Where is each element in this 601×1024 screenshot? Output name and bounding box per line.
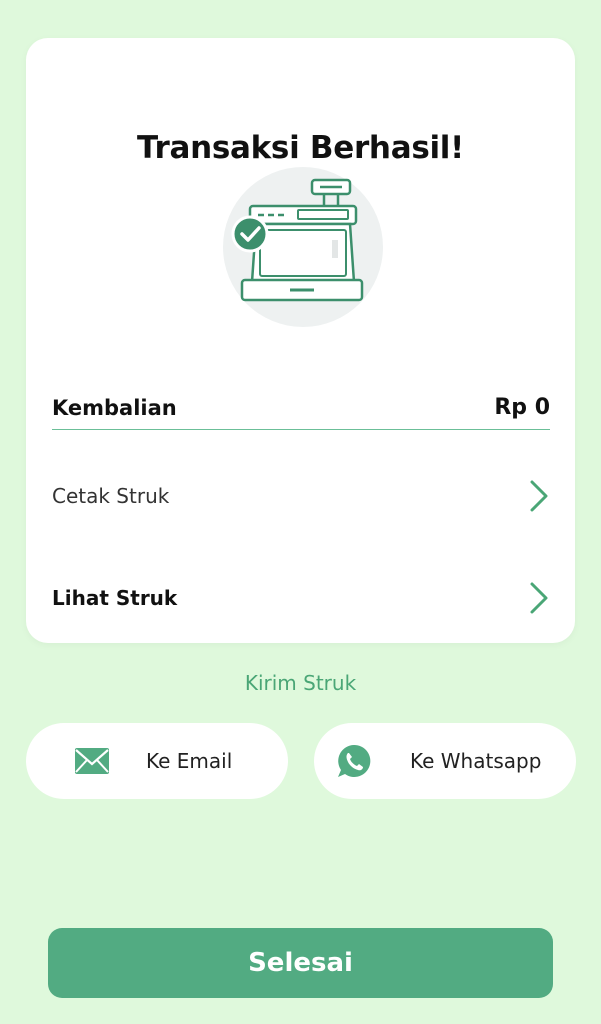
print-receipt-label: Cetak Struk bbox=[52, 484, 170, 508]
send-receipt-title: Kirim Struk bbox=[244, 671, 357, 695]
view-receipt-label: Lihat Struk bbox=[52, 586, 178, 610]
change-value: Rp 0 bbox=[494, 395, 550, 420]
send-whatsapp-label: Ke Whatsapp bbox=[410, 749, 542, 773]
transaction-success-screen: Transaksi Berhasil! Kembalian Rp 0 Cetak… bbox=[0, 0, 601, 1024]
cash-register-success-icon bbox=[223, 167, 383, 327]
view-receipt-row[interactable]: Lihat Struk bbox=[52, 568, 550, 628]
transaction-card: Transaksi Berhasil! Kembalian Rp 0 Cetak… bbox=[26, 38, 575, 643]
print-receipt-row[interactable]: Cetak Struk bbox=[52, 466, 550, 526]
email-icon bbox=[75, 748, 109, 774]
done-button[interactable]: Selesai bbox=[48, 928, 553, 998]
chevron-right-icon bbox=[530, 582, 548, 614]
send-email-button[interactable]: Ke Email bbox=[26, 723, 288, 799]
chevron-right-icon bbox=[530, 480, 548, 512]
change-row: Kembalian Rp 0 bbox=[52, 390, 550, 430]
send-whatsapp-button[interactable]: Ke Whatsapp bbox=[314, 723, 576, 799]
page-title: Transaksi Berhasil! bbox=[137, 130, 464, 166]
change-label: Kembalian bbox=[52, 395, 177, 420]
whatsapp-icon bbox=[338, 744, 371, 777]
send-email-label: Ke Email bbox=[146, 749, 233, 773]
